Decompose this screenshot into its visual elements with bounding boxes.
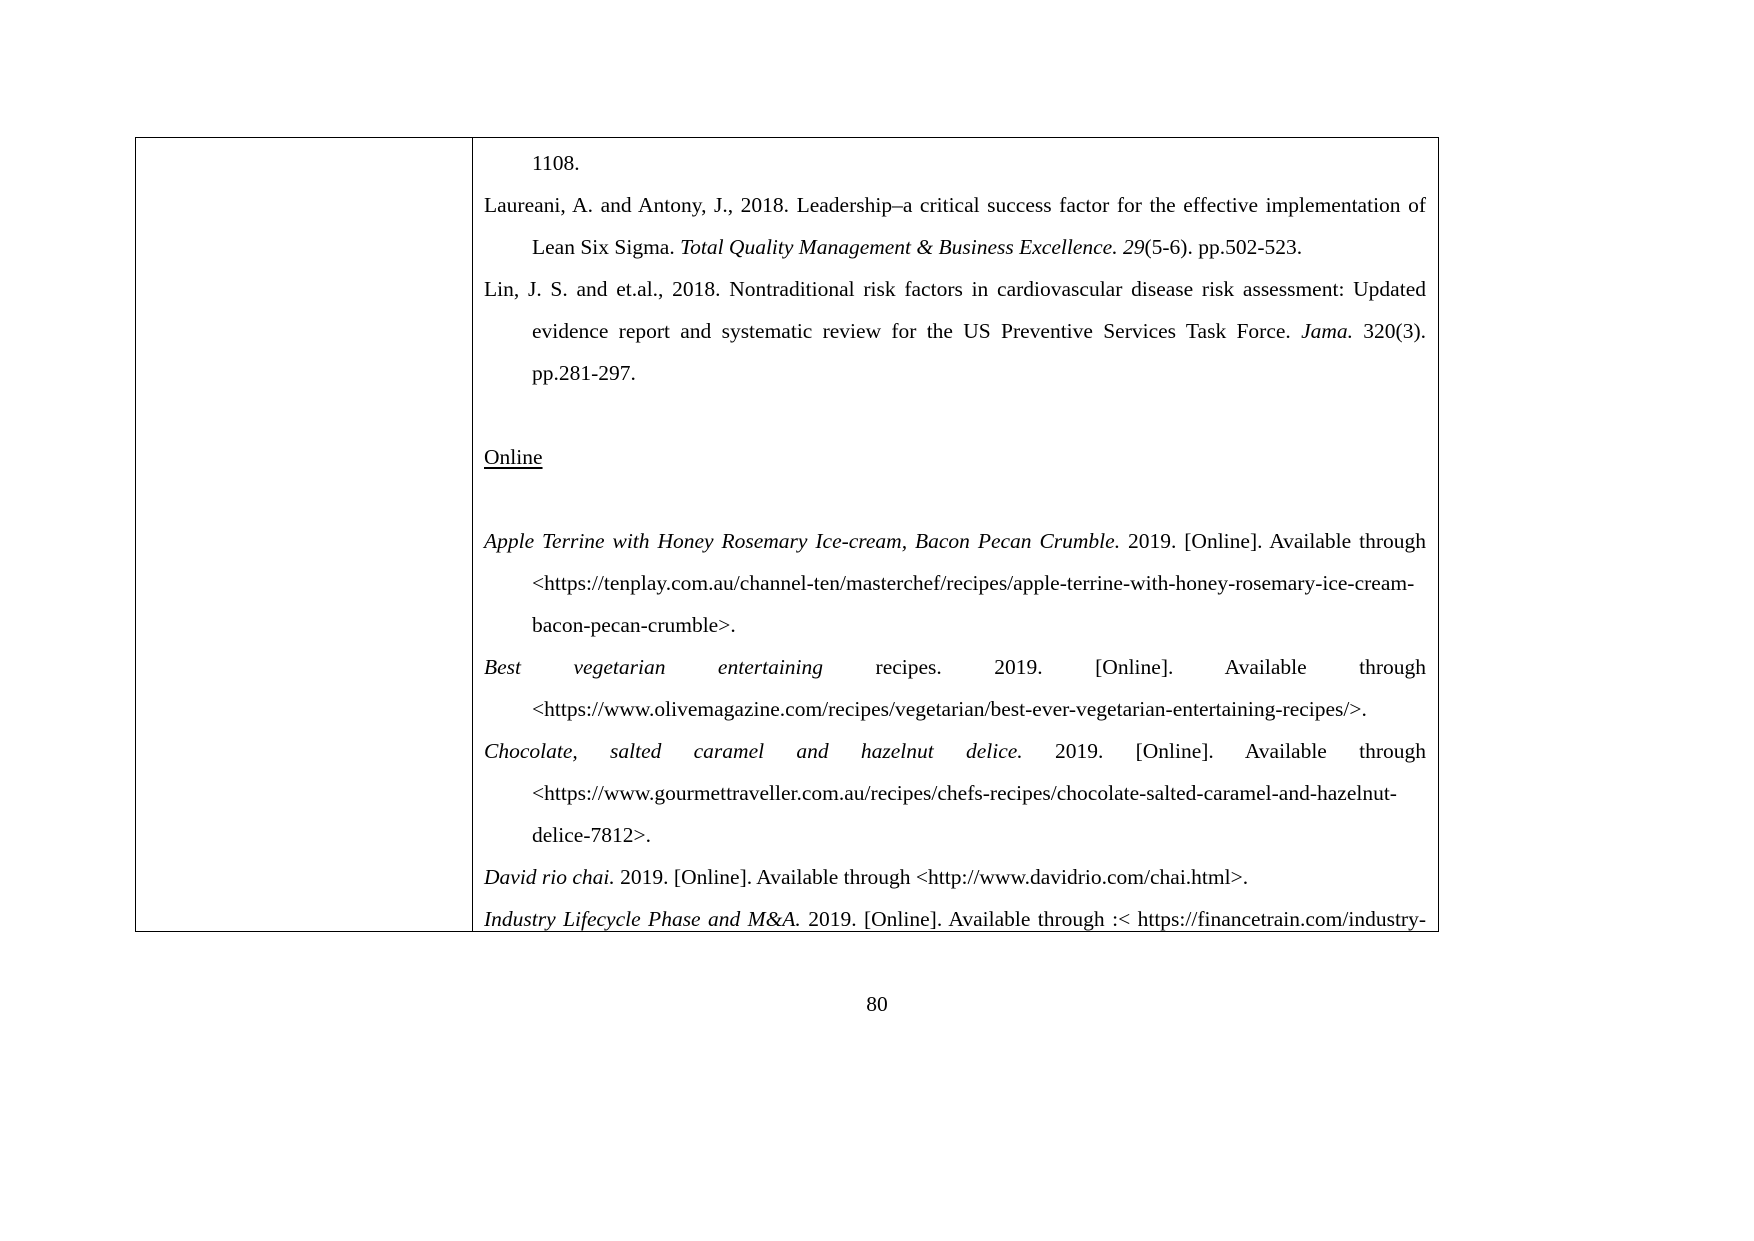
reference-url: <https://www.gourmettraveller.com.au/rec… (532, 781, 1397, 847)
left-column-content (136, 138, 472, 931)
table-cell-left-empty (135, 137, 473, 932)
reference-text-italic: Total Quality Management & Business Exce… (680, 235, 1145, 259)
reference-entry-lin: Lin, J. S. and et.al., 2018. Nontraditio… (484, 268, 1426, 394)
reference-entry-best-vegetarian: Best vegetarian entertaining recipes. 20… (484, 646, 1426, 730)
reference-entry-laureani: Laureani, A. and Antony, J., 2018. Leade… (484, 184, 1426, 268)
reference-text-plain: Lin, J. S. and et.al., 2018. Nontraditio… (484, 277, 1426, 343)
reference-entry-apple-terrine: Apple Terrine with Honey Rosemary Ice-cr… (484, 520, 1426, 646)
reference-url: <https://www.olivemagazine.com/recipes/v… (532, 697, 1367, 721)
reference-title-italic: Industry Lifecycle Phase and M&A. (484, 907, 801, 931)
table-row: 1108. Laureani, A. and Antony, J., 2018.… (135, 137, 1439, 932)
reference-title-italic: Chocolate, salted caramel and hazelnut d… (484, 739, 1023, 763)
blank-line-spacer-2 (484, 478, 1426, 520)
reference-text-italic: Jama. (1301, 319, 1354, 343)
reference-title-italic: Best vegetarian entertaining (484, 655, 824, 679)
reference-title-italic: David rio chai. (484, 865, 615, 889)
reference-entry-industry-lifecycle: Industry Lifecycle Phase and M&A. 2019. … (484, 898, 1426, 931)
reference-url: <http://www.davidrio.com/chai.html>. (915, 865, 1249, 889)
page-number: 80 (866, 992, 888, 1016)
reference-year-availability: recipes. 2019. [Online]. Available throu… (823, 655, 1427, 679)
section-heading-online: Online (484, 445, 543, 469)
reference-year-availability: 2019. [Online]. Available through :< (800, 907, 1138, 931)
reference-entry-david-rio-chai: David rio chai. 2019. [Online]. Availabl… (484, 856, 1426, 898)
reference-text-plain-tail: (5-6). pp.502-523. (1144, 235, 1303, 259)
reference-url: <https://tenplay.com.au/channel-ten/mast… (532, 571, 1415, 637)
reference-title-italic: Apple Terrine with Honey Rosemary Ice-cr… (484, 529, 1121, 553)
reference-year-availability: 2019. [Online]. Available through (1022, 739, 1426, 763)
blank-line-spacer (484, 394, 1426, 436)
reference-entry-chocolate-delice: Chocolate, salted caramel and hazelnut d… (484, 730, 1426, 856)
reference-table: 1108. Laureani, A. and Antony, J., 2018.… (135, 137, 1439, 932)
references-container: 1108. Laureani, A. and Antony, J., 2018.… (473, 138, 1438, 931)
reference-year-availability: 2019. [Online]. Available through (614, 865, 916, 889)
reference-year-availability: 2019. [Online]. Available through (1120, 529, 1426, 553)
document-page: 1108. Laureani, A. and Antony, J., 2018.… (0, 0, 1754, 1241)
reference-continued-fragment: 1108. (532, 151, 580, 175)
table-cell-references: 1108. Laureani, A. and Antony, J., 2018.… (472, 137, 1439, 932)
